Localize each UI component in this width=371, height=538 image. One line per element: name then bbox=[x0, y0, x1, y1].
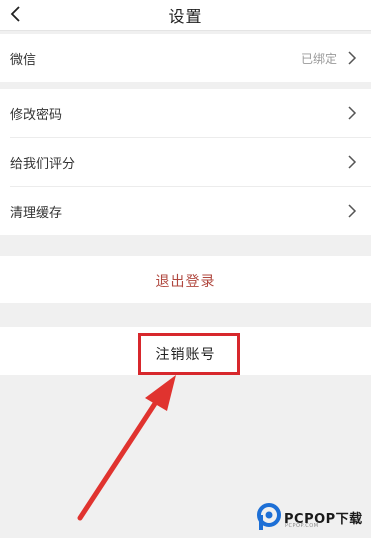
wechat-bind-status: 已绑定 bbox=[300, 52, 337, 66]
watermark-tagline: PCPOP.COM bbox=[285, 523, 319, 529]
chevron-right-icon bbox=[348, 155, 357, 169]
settings-group: 修改密码 给我们评分 清理缓存 bbox=[0, 89, 371, 235]
chevron-right-icon bbox=[348, 51, 357, 65]
logout-button[interactable]: 退出登录 bbox=[0, 271, 371, 291]
change-password-label: 修改密码 bbox=[10, 108, 63, 123]
annotation-highlight-box bbox=[138, 333, 240, 375]
logout-group: 退出登录 bbox=[0, 256, 371, 303]
wechat-row[interactable]: 微信 已绑定 bbox=[0, 34, 371, 82]
page-title: 设置 bbox=[168, 7, 203, 26]
logout-label: 退出登录 bbox=[155, 274, 216, 290]
top-nav-bar: 设置 bbox=[0, 0, 371, 31]
clear-cache-label: 清理缓存 bbox=[10, 206, 63, 221]
account-binding-group: 微信 已绑定 bbox=[0, 34, 371, 82]
pcpop-logo-icon bbox=[257, 503, 281, 530]
rate-us-label: 给我们评分 bbox=[10, 157, 76, 172]
change-password-row[interactable]: 修改密码 bbox=[0, 89, 371, 137]
clear-cache-row[interactable]: 清理缓存 bbox=[0, 187, 371, 235]
wechat-label: 微信 bbox=[10, 53, 37, 68]
chevron-right-icon bbox=[348, 204, 357, 218]
pcpop-watermark: PCPOP下载 PCPOP.COM bbox=[254, 500, 371, 534]
rate-us-row[interactable]: 给我们评分 bbox=[0, 138, 371, 186]
chevron-right-icon bbox=[348, 106, 357, 120]
